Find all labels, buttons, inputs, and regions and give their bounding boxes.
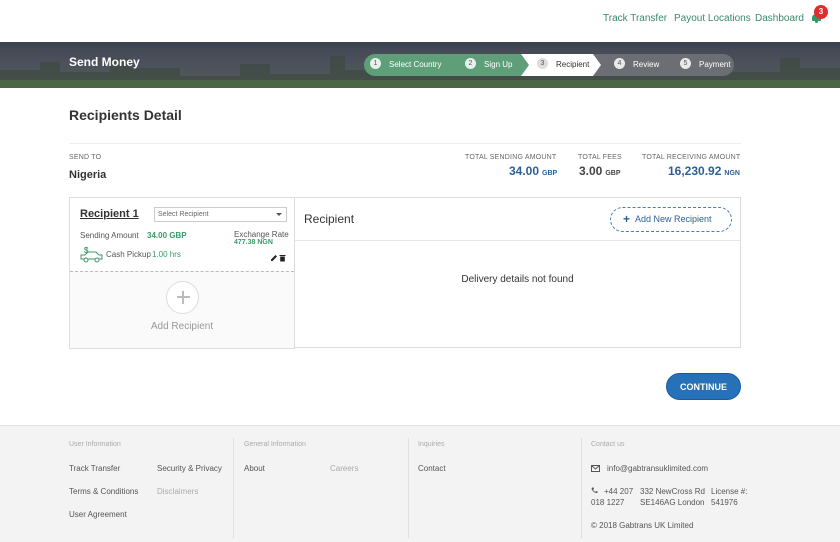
sending-amount-value: 34.00 GBP xyxy=(147,231,187,240)
footer-user-agreement-link[interactable]: User Agreement xyxy=(69,510,127,519)
step-label: Sign Up xyxy=(484,60,513,69)
step-select-country[interactable]: 1 Select Country xyxy=(370,54,441,76)
select-recipient-dropdown[interactable]: Select Recipient xyxy=(154,207,287,222)
nav-track-transfer-link[interactable]: Track Transfer xyxy=(603,13,667,24)
envelope-icon xyxy=(591,465,600,472)
step-label: Recipient xyxy=(556,60,590,69)
footer-contact-link[interactable]: Contact xyxy=(418,464,446,473)
cash-pickup-car-icon: $ xyxy=(80,246,103,263)
recipient-card: Recipient 1 Select Recipient Sending Amo… xyxy=(69,197,295,349)
footer-inquiries-heading: Inquiries xyxy=(418,441,445,448)
step-number: 4 xyxy=(614,58,625,70)
recipient-panel-title: Recipient xyxy=(304,212,355,226)
continue-button[interactable]: CONTINUE xyxy=(666,373,741,400)
step-label: Payment xyxy=(699,60,731,69)
plus-icon[interactable] xyxy=(166,281,199,314)
footer-contact-heading: Contact us xyxy=(591,441,625,448)
footer-copyright: © 2018 Gabtrans UK Limited xyxy=(591,521,694,530)
footer-about-link[interactable]: About xyxy=(244,464,265,473)
add-new-recipient-button[interactable]: + Add New Recipient xyxy=(610,207,732,232)
step-sign-up[interactable]: 2 Sign Up xyxy=(465,54,512,76)
footer-license-number: 541976 xyxy=(711,498,738,507)
transfer-summary xyxy=(69,143,741,191)
total-fees-label: TOTAL FEES xyxy=(578,154,622,161)
chevron-down-icon xyxy=(276,213,282,216)
step-label: Select Country xyxy=(389,60,442,69)
total-receiving-amount: 16,230.92 NGN xyxy=(668,164,740,178)
footer-track-transfer-link[interactable]: Track Transfer xyxy=(69,464,120,473)
exchange-rate-value: 477.38 NGN xyxy=(234,239,273,246)
step-number: 5 xyxy=(680,58,691,70)
total-fees-currency: GBP xyxy=(605,170,621,177)
footer-security-privacy-link[interactable]: Security & Privacy xyxy=(157,464,222,473)
total-sending-label: TOTAL SENDING AMOUNT xyxy=(465,154,557,161)
recipient-card-details: Recipient 1 Select Recipient Sending Amo… xyxy=(70,198,294,271)
top-navigation: Track Transfer Payout Locations Dashboar… xyxy=(0,0,840,42)
footer: User Information Track Transfer Security… xyxy=(0,425,840,542)
exchange-rate-label: Exchange Rate xyxy=(234,230,289,239)
total-sending-amount: 34.00 GBP xyxy=(509,164,557,178)
nav-dashboard-link[interactable]: Dashboard xyxy=(755,13,804,24)
footer-user-info-heading: User Information xyxy=(69,441,121,448)
page-title: Recipients Detail xyxy=(69,107,182,123)
add-recipient-label[interactable]: Add Recipient xyxy=(70,321,294,332)
total-fees-amount: 3.00 GBP xyxy=(579,164,621,178)
total-fees-value: 3.00 xyxy=(579,164,603,178)
step-number: 1 xyxy=(370,58,381,70)
step-number: 2 xyxy=(465,58,476,70)
footer-divider xyxy=(581,438,582,538)
footer-license-label: License #: xyxy=(711,487,748,496)
add-new-recipient-label: Add New Recipient xyxy=(635,214,712,224)
total-sending-currency: GBP xyxy=(542,170,558,177)
footer-general-info-heading: General Information xyxy=(244,441,306,448)
empty-state-message: Delivery details not found xyxy=(461,274,574,285)
send-to-label: SEND TO xyxy=(69,154,102,161)
footer-phone-line2: 018 1227 xyxy=(591,498,625,507)
trash-icon[interactable] xyxy=(279,254,286,262)
footer-email[interactable]: info@gabtransuklimited.com xyxy=(607,464,708,473)
step-review[interactable]: 4 Review xyxy=(614,54,659,76)
phone-icon xyxy=(591,487,598,494)
sending-amount-label: Sending Amount xyxy=(80,231,139,240)
nav-payout-locations-link[interactable]: Payout Locations xyxy=(674,13,751,24)
total-sending-value: 34.00 xyxy=(509,164,540,178)
recipient-panel: Recipient + Add New Recipient Delivery d… xyxy=(295,197,741,348)
step-number: 3 xyxy=(537,58,548,70)
recipient-panel-header: Recipient + Add New Recipient xyxy=(295,198,740,241)
payout-method: Cash Pickup xyxy=(106,250,151,259)
footer-disclaimers-link[interactable]: Disclaimers xyxy=(157,487,198,496)
notification-count-badge: 3 xyxy=(814,5,828,19)
banner-title: Send Money xyxy=(69,55,140,69)
add-recipient-box[interactable]: Add Recipient xyxy=(70,271,294,348)
step-recipient[interactable]: 3 Recipient xyxy=(537,54,589,76)
total-receiving-label: TOTAL RECEIVING AMOUNT xyxy=(642,154,741,161)
send-money-banner: Send Money 1 Select Country 2 Sign Up 3 Rec… xyxy=(0,42,840,88)
recipient-name[interactable]: Recipient 1 xyxy=(80,208,139,220)
plus-icon: + xyxy=(623,212,631,226)
step-label: Review xyxy=(633,60,660,69)
payout-time: 1.00 hrs xyxy=(152,250,181,259)
pencil-icon[interactable] xyxy=(270,254,278,262)
footer-address-line1: 332 NewCross Rd xyxy=(640,487,705,496)
total-receiving-value: 16,230.92 xyxy=(668,164,722,178)
step-payment[interactable]: 5 Payment xyxy=(680,54,731,76)
footer-address-line2: SE146AG London xyxy=(640,498,705,507)
footer-terms-link[interactable]: Terms & Conditions xyxy=(69,487,138,496)
total-receiving-currency: NGN xyxy=(724,170,740,177)
footer-divider xyxy=(233,438,234,538)
select-recipient-placeholder: Select Recipient xyxy=(158,211,209,218)
footer-careers-link[interactable]: Careers xyxy=(330,464,358,473)
footer-divider xyxy=(408,438,409,538)
footer-phone-line1: +44 207 xyxy=(604,487,634,496)
destination-country: Nigeria xyxy=(69,169,107,181)
